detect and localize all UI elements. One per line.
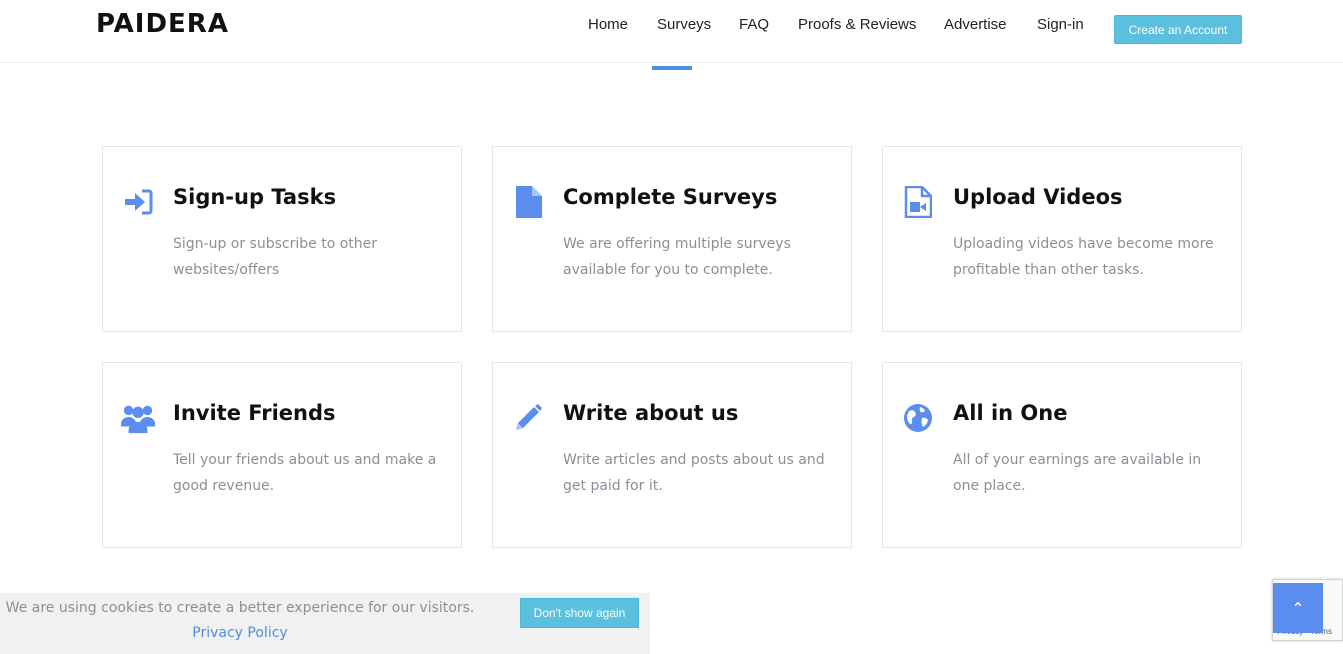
site-header: PAIDERA Home Surveys FAQ Proofs & Review… (0, 0, 1343, 63)
chevron-up-icon: ⌃ (1291, 598, 1305, 618)
feature-card-signup-tasks: Sign-up Tasks Sign-up or subscribe to ot… (102, 146, 462, 332)
nav-faq[interactable]: FAQ (739, 16, 769, 33)
privacy-policy-link[interactable]: Privacy Policy (192, 625, 287, 641)
nav-home[interactable]: Home (588, 16, 628, 33)
feature-title: Upload Videos (953, 185, 1123, 209)
nav-proofs-reviews[interactable]: Proofs & Reviews (798, 16, 916, 33)
feature-description: Sign-up or subscribe to other websites/o… (173, 236, 378, 278)
feature-title: Write about us (563, 401, 739, 425)
feature-card-complete-surveys: Complete Surveys We are offering multipl… (492, 146, 852, 332)
users-icon (121, 401, 155, 435)
globe-icon (901, 401, 935, 435)
pencil-icon (511, 401, 545, 435)
feature-card-all-in-one: All in One All of your earnings are avai… (882, 362, 1242, 548)
feature-description: All of your earnings are available in on… (953, 452, 1202, 494)
feature-description: Uploading videos have become more profit… (953, 236, 1214, 278)
cookie-text: We are using cookies to create a better … (5, 600, 475, 616)
create-account-button[interactable]: Create an Account (1114, 15, 1242, 44)
nav-active-indicator (652, 66, 692, 70)
file-icon (511, 185, 545, 219)
cookie-banner: We are using cookies to create a better … (0, 593, 650, 654)
feature-title: Sign-up Tasks (173, 185, 337, 209)
nav-advertise[interactable]: Advertise (944, 16, 1007, 33)
sign-in-icon (121, 185, 155, 219)
feature-title: Invite Friends (173, 401, 336, 425)
nav-surveys[interactable]: Surveys (657, 16, 711, 33)
dont-show-again-button[interactable]: Don't show again (520, 598, 639, 628)
feature-description: We are offering multiple surveys availab… (563, 236, 791, 278)
feature-title: All in One (953, 401, 1068, 425)
feature-description: Tell your friends about us and make a go… (173, 452, 437, 494)
feature-card-write-about-us: Write about us Write articles and posts … (492, 362, 852, 548)
feature-description: Write articles and posts about us and ge… (563, 452, 825, 494)
cookie-message: We are using cookies to create a better … (0, 596, 480, 646)
nav-sign-in[interactable]: Sign-in (1037, 16, 1084, 33)
feature-title: Complete Surveys (563, 185, 778, 209)
scroll-to-top-button[interactable]: ⌃ (1273, 583, 1323, 633)
feature-card-upload-videos: Upload Videos Uploading videos have beco… (882, 146, 1242, 332)
feature-card-invite-friends: Invite Friends Tell your friends about u… (102, 362, 462, 548)
video-file-icon (901, 185, 935, 219)
